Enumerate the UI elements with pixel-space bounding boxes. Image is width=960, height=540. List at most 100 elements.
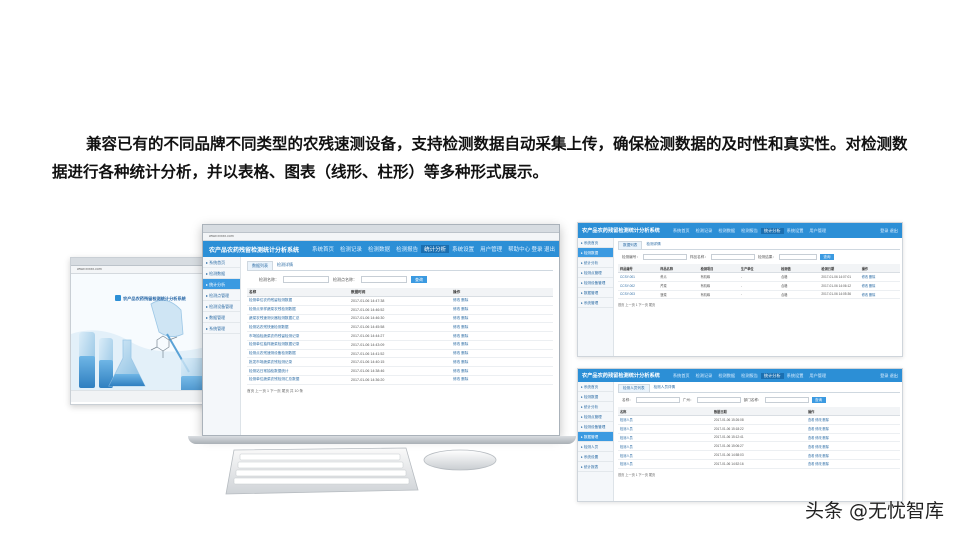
table-cell[interactable]: 检测人员	[618, 415, 712, 425]
sidebar-item[interactable]: ▸ 系统首页	[578, 382, 613, 392]
sidebar-item[interactable]: ▸ 系统首页	[578, 238, 613, 248]
table-row[interactable]: 蔬菜农残速测仪器检测数据汇总 2017-01-06 14:46:30 修改 删除	[247, 314, 553, 324]
nav-item[interactable]: 检测记录	[693, 228, 716, 234]
filter-region-input[interactable]	[696, 397, 741, 403]
nav-item[interactable]: 检测数据	[715, 228, 738, 234]
table-row[interactable]: CCSY-001 黄瓜 有机磷 - 合格 2017-01-06 14:07:01 修改 删除	[618, 272, 900, 282]
table-cell[interactable]: 查看 修改 删除	[806, 415, 900, 425]
staff-search-button[interactable]: 查询	[811, 397, 826, 403]
records-pager[interactable]: 首页 上一页 1 下一页 尾页	[618, 302, 900, 307]
table-cell[interactable]: CCSY-001	[618, 272, 659, 282]
sidebar-item[interactable]: ▸ 检测点管理	[203, 290, 240, 301]
table-row[interactable]: 检测单位蔬菜农残检测汇总数据 2017-01-06 14:36:20 修改 删除	[247, 375, 553, 385]
records-search-button[interactable]: 查询	[819, 254, 834, 260]
table-cell[interactable]: 修改 删除	[451, 331, 553, 341]
sidebar-item[interactable]: ▸ 统计分析	[578, 258, 613, 268]
sidebar-item[interactable]: ▸ 检测设备管理	[203, 301, 240, 312]
sidebar-item[interactable]: ▸ 检测设备管理	[578, 422, 613, 432]
table-cell[interactable]: 修改 删除	[451, 357, 553, 368]
table-cell[interactable]: 检测点农残速测设备检测数据	[247, 349, 349, 359]
sidebar-item[interactable]: ▸ 数据管理	[578, 432, 613, 442]
nav-item[interactable]: 检测报告	[738, 228, 761, 234]
nav-item[interactable]: 系统首页	[309, 245, 337, 253]
sidebar-item[interactable]: ▸ 检测数据	[578, 392, 613, 402]
table-cell[interactable]: 检测单位蔬菜农残检测汇总数据	[247, 375, 349, 385]
laptop-pager[interactable]: 首页 上一页 1 下一页 尾页 共 10 条	[247, 389, 553, 394]
table-cell[interactable]: 修改 删除	[451, 340, 553, 350]
table-cell[interactable]: 检测点采样蔬菜农残检测数据	[247, 305, 349, 315]
table-row[interactable]: 检测人员 2017-01-06 14:58:03 查看 修改 删除	[618, 450, 900, 460]
nav-item[interactable]: 检测记录	[337, 245, 365, 253]
tab[interactable]: 数据列表	[618, 241, 643, 249]
table-cell[interactable]: 检测人员	[618, 433, 712, 443]
table-cell[interactable]: 检测站农残快速检测数据	[247, 322, 349, 333]
table-cell[interactable]: 蔬菜农残速测仪器检测数据汇总	[247, 314, 349, 324]
table-row[interactable]: 检测单位抽样蔬菜检测数据记录 2017-01-06 14:43:09 修改 删除	[247, 340, 553, 350]
tab[interactable]: 检测人员列表	[618, 384, 650, 392]
sidebar-item[interactable]: ▸ 检测数据	[203, 268, 240, 279]
table-row[interactable]: CCSY-002 芹菜 有机磷 - 合格 2017-01-06 14:06:12 修改 删除	[618, 281, 900, 291]
table-cell[interactable]: 检测站日常抽检数据统计	[247, 366, 349, 377]
sidebar-item[interactable]: ▸ 检测点管理	[578, 268, 613, 278]
filter-point-input[interactable]	[361, 276, 407, 283]
tab[interactable]: 数据列表	[247, 261, 273, 270]
table-cell[interactable]: 修改 删除	[859, 272, 900, 282]
table-cell[interactable]: 查看 修改 删除	[806, 459, 900, 469]
tab[interactable]: 检测人员详情	[650, 384, 680, 392]
nav-item[interactable]: 统计分析	[421, 245, 450, 253]
sidebar-item[interactable]: ▸ 数据管理	[203, 312, 240, 323]
table-cell[interactable]: 检测人员	[618, 424, 712, 434]
filter-code-input[interactable]	[642, 254, 687, 260]
laptop-user-links[interactable]: 登录 退出	[531, 245, 555, 253]
nav-item[interactable]: 系统设置	[449, 245, 477, 253]
filter-staff-name-input[interactable]	[635, 397, 680, 403]
table-row[interactable]: CCSY-003 菠菜 有机磷 - 合格 2017-01-06 14:05:36 修改 删除	[618, 290, 900, 300]
table-row[interactable]: 检测人员 2017-01-06 15:26:08 查看 修改 删除	[618, 415, 900, 425]
table-cell[interactable]: 检测人员	[618, 450, 712, 460]
nav-item[interactable]: 用户管理	[806, 228, 829, 234]
table-cell[interactable]: CCSY-003	[618, 290, 659, 300]
table-row[interactable]: 检测人员 2017-01-06 15:12:41 查看 修改 删除	[618, 433, 900, 443]
table-cell[interactable]: 检测人员	[618, 459, 712, 469]
nav-item[interactable]: 系统首页	[670, 228, 693, 234]
table-cell[interactable]: 修改 删除	[451, 314, 553, 324]
sidebar-item[interactable]: ▸ 统计报表	[578, 462, 613, 472]
search-button[interactable]: 查询	[411, 276, 427, 283]
table-row[interactable]: 检测人员 2017-01-06 15:06:27 查看 修改 删除	[618, 441, 900, 452]
table-row[interactable]: 检测单位农药残留检测数据 2017-01-06 14:47:38 修改 删除	[247, 296, 553, 306]
nav-item[interactable]: 检测记录	[693, 373, 716, 379]
sidebar-item[interactable]: ▸ 系统设置	[578, 452, 613, 462]
nav-item[interactable]: 系统首页	[670, 373, 693, 379]
table-cell[interactable]: 修改 删除	[451, 322, 553, 333]
table-cell[interactable]: 修改 删除	[451, 305, 553, 315]
table-cell[interactable]: 修改 删除	[859, 281, 900, 291]
table-row[interactable]: 检测站日常抽检数据统计 2017-01-06 14:38:46 修改 删除	[247, 366, 553, 377]
table-row[interactable]: 检测人员 2017-01-06 14:52:16 查看 修改 删除	[618, 459, 900, 469]
filter-sample-input[interactable]	[710, 254, 755, 260]
table-cell[interactable]: 市场抽检蔬菜农药残留检测记录	[247, 331, 349, 341]
table-cell[interactable]: 检测单位农药残留检测数据	[247, 296, 349, 306]
table-cell[interactable]: 查看 修改 删除	[806, 450, 900, 460]
table-cell[interactable]: 修改 删除	[859, 290, 900, 300]
table-cell[interactable]: 批发市场蔬菜农残检测记录	[247, 357, 349, 368]
sidebar-item[interactable]: ▸ 数据管理	[578, 288, 613, 298]
nav-item[interactable]: 帮助中心	[505, 245, 533, 253]
table-cell[interactable]: 修改 删除	[451, 375, 553, 385]
nav-item[interactable]: 系统设置	[784, 228, 807, 234]
table-row[interactable]: 批发市场蔬菜农残检测记录 2017-01-06 14:40:15 修改 删除	[247, 357, 553, 368]
table-cell[interactable]: 修改 删除	[451, 296, 553, 306]
table-cell[interactable]: 修改 删除	[451, 366, 553, 377]
sidebar-item[interactable]: ▸ 检测数据	[578, 248, 613, 258]
sidebar-item[interactable]: ▸ 检测点管理	[578, 412, 613, 422]
sidebar-item[interactable]: ▸ 系统管理	[578, 298, 613, 308]
sidebar-item[interactable]: ▸ 系统首页	[203, 257, 240, 268]
filter-dept-select[interactable]	[764, 397, 809, 403]
filter-result-select[interactable]	[778, 254, 817, 260]
nav-item[interactable]: 检测报告	[393, 245, 421, 253]
sidebar-item[interactable]: ▸ 检测人员	[578, 442, 613, 452]
table-row[interactable]: 检测站农残快速检测数据 2017-01-06 14:45:58 修改 删除	[247, 322, 553, 333]
records-user-links[interactable]: 登录 退出	[880, 228, 898, 234]
table-cell[interactable]: 查看 修改 删除	[806, 441, 900, 452]
nav-item[interactable]: 用户管理	[477, 245, 505, 253]
sidebar-item[interactable]: ▸ 统计分析	[578, 402, 613, 412]
